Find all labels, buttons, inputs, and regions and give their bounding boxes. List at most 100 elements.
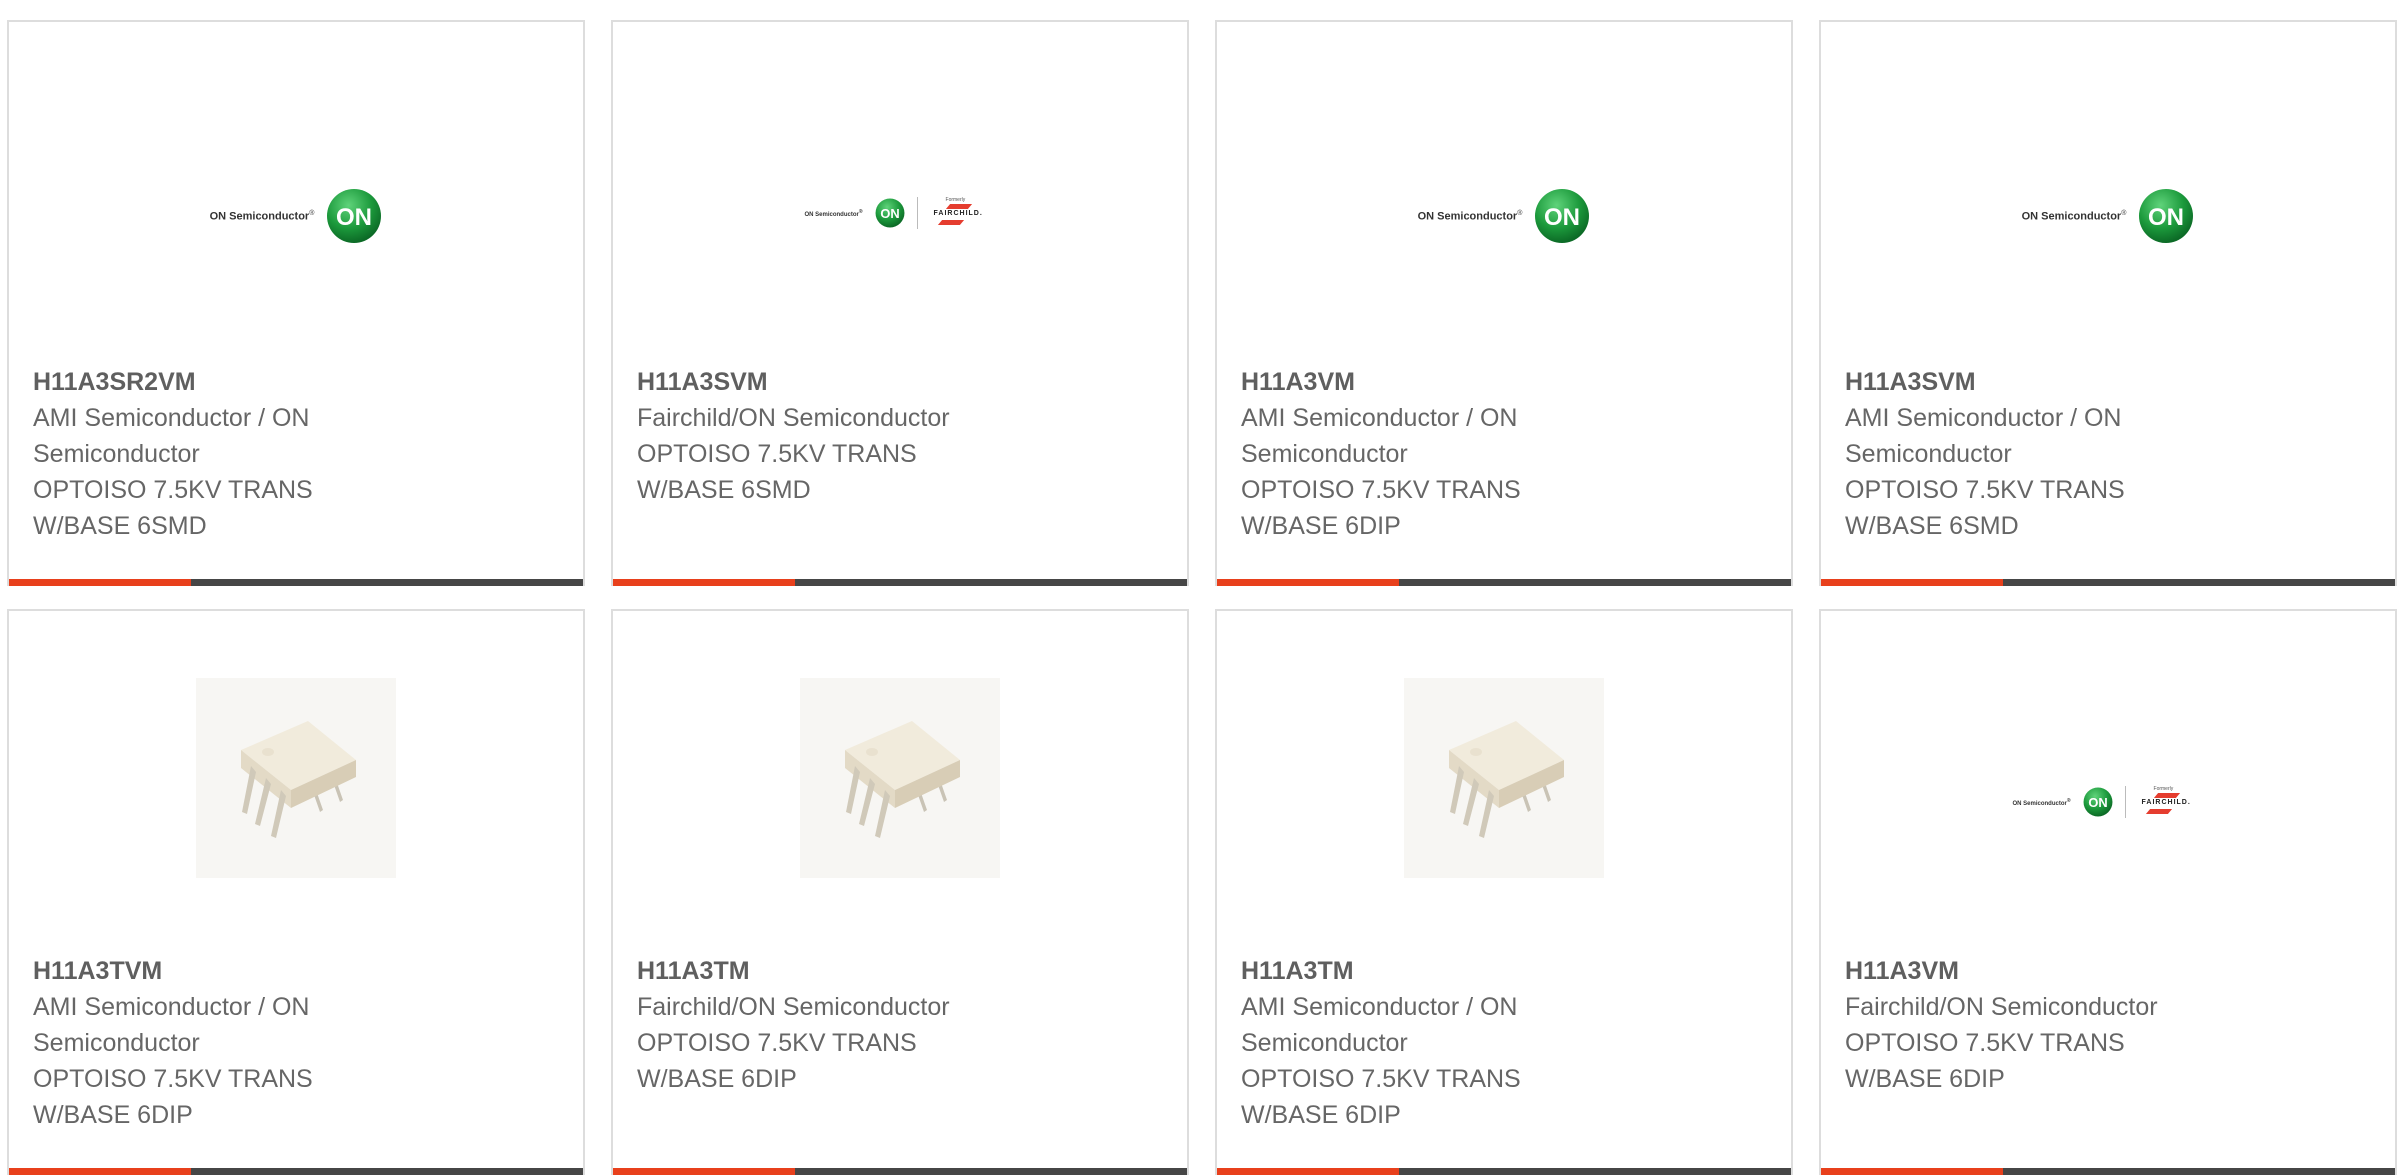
card-bottom-bar: [9, 579, 583, 586]
product-image[interactable]: ON Semiconductor® ON: [9, 22, 583, 352]
on-semiconductor-wordmark: ON Semiconductor®: [209, 209, 315, 223]
product-image[interactable]: ON Semiconductor® ON Formerly FAIRCHILD.: [613, 22, 1187, 352]
on-semiconductor-wordmark: ON Semiconductor®: [2021, 209, 2127, 223]
fairchild-slash-icon: [945, 204, 972, 209]
card-accent-stripe: [1217, 579, 1399, 586]
card-bottom-bar: [1217, 1168, 1791, 1175]
dip-6-package-image: [196, 678, 396, 878]
product-description: OPTOISO 7.5KV TRANS W/BASE 6SMD: [33, 476, 313, 540]
on-semiconductor-wordmark: ON Semiconductor®: [2012, 797, 2071, 807]
manufacturer: Fairchild/ON Semiconductor: [637, 404, 950, 432]
fairchild-wordmark: FAIRCHILD.: [933, 210, 983, 217]
product-image[interactable]: ON Semiconductor® ON Formerly FAIRCHILD.: [1821, 611, 2395, 941]
part-number[interactable]: H11A3SVM: [1845, 364, 2205, 400]
product-info: H11A3SVM Fairchild/ON Semiconductor OPTOIS…: [637, 364, 997, 508]
product-description: OPTOISO 7.5KV TRANS W/BASE 6SMD: [1845, 476, 2125, 540]
on-logo-icon: ON: [1535, 189, 1590, 243]
product-description: OPTOISO 7.5KV TRANS W/BASE 6DIP: [1241, 1065, 1521, 1129]
card-accent-stripe: [9, 579, 191, 586]
product-image[interactable]: [613, 611, 1187, 941]
dip-6-package-image: [1404, 678, 1604, 878]
product-description: OPTOISO 7.5KV TRANS W/BASE 6SMD: [637, 440, 917, 504]
manufacturer: Fairchild/ON Semiconductor: [637, 993, 950, 1021]
fairchild-logo: Formerly FAIRCHILD.: [930, 196, 996, 230]
on-logo-icon: ON: [2139, 189, 2194, 243]
card-accent-stripe: [613, 579, 795, 586]
on-badge-text: ON: [2088, 795, 2107, 810]
card-bottom-bar: [1821, 1168, 2395, 1175]
manufacturer: AMI Semiconductor / ON Semiconductor: [1845, 404, 2122, 468]
part-number[interactable]: H11A3TM: [637, 953, 997, 989]
card-accent-stripe: [9, 1168, 191, 1175]
product-image[interactable]: [9, 611, 583, 941]
manufacturer: AMI Semiconductor / ON Semiconductor: [33, 404, 310, 468]
fairchild-formerly-label: Formerly: [2153, 786, 2174, 792]
on-badge-text: ON: [880, 206, 899, 221]
product-description: OPTOISO 7.5KV TRANS W/BASE 6DIP: [33, 1065, 313, 1129]
product-info: H11A3TM AMI Semiconductor / ON Semiconduc…: [1241, 953, 1601, 1133]
product-description: OPTOISO 7.5KV TRANS W/BASE 6DIP: [637, 1029, 917, 1093]
on-badge-text: ON: [2148, 204, 2184, 231]
card-bottom-bar: [1217, 579, 1791, 586]
product-image[interactable]: ON Semiconductor® ON: [1821, 22, 2395, 352]
manufacturer: AMI Semiconductor / ON Semiconductor: [1241, 404, 1518, 468]
manufacturer: AMI Semiconductor / ON Semiconductor: [33, 993, 310, 1057]
logo-separator: [2124, 786, 2126, 818]
product-card[interactable]: H11A3TVM AMI Semiconductor / ON Semicondu…: [7, 609, 585, 1175]
on-semiconductor-logo: ON Semiconductor® ON: [9, 188, 583, 244]
product-description: OPTOISO 7.5KV TRANS W/BASE 6DIP: [1241, 476, 1521, 540]
part-number[interactable]: H11A3VM: [1241, 364, 1601, 400]
card-bottom-bar: [613, 1168, 1187, 1175]
on-semiconductor-logo: ON Semiconductor® ON: [1217, 188, 1791, 244]
product-card[interactable]: ON Semiconductor® ON Formerly FAIRCHILD.…: [1819, 609, 2397, 1175]
part-number[interactable]: H11A3TVM: [33, 953, 393, 989]
on-logo-icon: ON: [2083, 787, 2112, 817]
fairchild-slash-icon: [2153, 793, 2180, 798]
product-card[interactable]: ON Semiconductor® ON H11A3VM AMI Semicond…: [1215, 20, 1793, 586]
on-badge-text: ON: [1544, 204, 1580, 231]
product-card[interactable]: H11A3TM Fairchild/ON Semiconductor OPTOISO…: [611, 609, 1189, 1175]
card-accent-stripe: [613, 1168, 795, 1175]
on-semiconductor-wordmark: ON Semiconductor®: [804, 208, 863, 218]
on-semiconductor-logo: ON Semiconductor® ON: [1821, 188, 2395, 244]
dip-6-package-image: [800, 678, 1000, 878]
part-number[interactable]: H11A3VM: [1845, 953, 2205, 989]
on-semiconductor-wordmark: ON Semiconductor®: [1417, 209, 1523, 223]
product-card[interactable]: H11A3TM AMI Semiconductor / ON Semiconduc…: [1215, 609, 1793, 1175]
product-grid: ON Semiconductor® ON H11A3SR2VM AMI Semic…: [7, 20, 2400, 1175]
card-bottom-bar: [1821, 579, 2395, 586]
product-card[interactable]: ON Semiconductor® ON H11A3SVM AMI Semicon…: [1819, 20, 2397, 586]
fairchild-slash-icon: [937, 220, 964, 225]
card-accent-stripe: [1217, 1168, 1399, 1175]
part-number[interactable]: H11A3TM: [1241, 953, 1601, 989]
card-accent-stripe: [1821, 579, 2003, 586]
on-fairchild-logo: ON Semiconductor® ON Formerly FAIRCHILD.: [1821, 785, 2395, 819]
product-info: H11A3SR2VM AMI Semiconductor / ON Semicon…: [33, 364, 393, 544]
product-card[interactable]: ON Semiconductor® ON H11A3SR2VM AMI Semic…: [7, 20, 585, 586]
on-logo-icon: ON: [327, 189, 382, 243]
logo-separator: [916, 197, 918, 229]
product-info: H11A3VM Fairchild/ON Semiconductor OPTOISO…: [1845, 953, 2205, 1097]
on-badge-text: ON: [336, 204, 372, 231]
manufacturer: Fairchild/ON Semiconductor: [1845, 993, 2158, 1021]
product-info: H11A3TVM AMI Semiconductor / ON Semicondu…: [33, 953, 393, 1133]
on-fairchild-logo: ON Semiconductor® ON Formerly FAIRCHILD.: [613, 196, 1187, 230]
product-info: H11A3VM AMI Semiconductor / ON Semiconduc…: [1241, 364, 1601, 544]
product-image[interactable]: ON Semiconductor® ON: [1217, 22, 1791, 352]
fairchild-wordmark: FAIRCHILD.: [2141, 799, 2191, 806]
fairchild-slash-icon: [2145, 809, 2172, 814]
fairchild-logo: Formerly FAIRCHILD.: [2138, 785, 2204, 819]
product-image[interactable]: [1217, 611, 1791, 941]
fairchild-formerly-label: Formerly: [945, 197, 966, 203]
part-number[interactable]: H11A3SR2VM: [33, 364, 393, 400]
product-info: H11A3SVM AMI Semiconductor / ON Semicondu…: [1845, 364, 2205, 544]
card-accent-stripe: [1821, 1168, 2003, 1175]
manufacturer: AMI Semiconductor / ON Semiconductor: [1241, 993, 1518, 1057]
on-logo-icon: ON: [875, 198, 904, 228]
card-bottom-bar: [9, 1168, 583, 1175]
part-number[interactable]: H11A3SVM: [637, 364, 997, 400]
product-description: OPTOISO 7.5KV TRANS W/BASE 6DIP: [1845, 1029, 2125, 1093]
product-card[interactable]: ON Semiconductor® ON Formerly FAIRCHILD.…: [611, 20, 1189, 586]
product-info: H11A3TM Fairchild/ON Semiconductor OPTOISO…: [637, 953, 997, 1097]
card-bottom-bar: [613, 579, 1187, 586]
